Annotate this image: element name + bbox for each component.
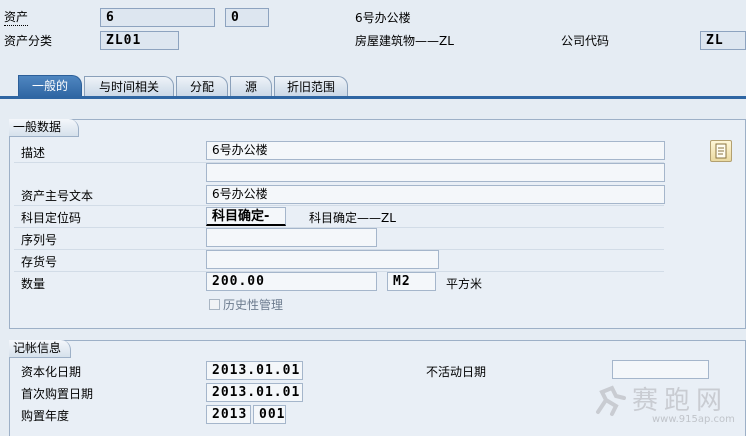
watermark-text: 赛跑网 bbox=[632, 386, 729, 416]
asset-description: 6号办公楼 bbox=[355, 11, 411, 25]
long-text-button[interactable] bbox=[710, 140, 732, 162]
account-determination-label: 科目定位码 bbox=[21, 211, 82, 225]
first-acquisition-date-label: 首次购置日期 bbox=[21, 387, 94, 401]
row-separator bbox=[14, 205, 664, 206]
company-code-label: 公司代码 bbox=[561, 34, 610, 48]
runner-logo-icon bbox=[596, 385, 626, 416]
history-management-label: 历史性管理 bbox=[223, 298, 284, 312]
document-icon bbox=[715, 143, 727, 159]
watermark: 赛跑网 www.915ap.com bbox=[592, 378, 742, 434]
description-label: 描述 bbox=[21, 146, 46, 160]
description-field[interactable]: 6号办公楼 bbox=[206, 141, 665, 160]
company-code-field[interactable]: ZL bbox=[700, 31, 746, 50]
capitalization-date-field[interactable]: 2013.01.01 bbox=[206, 361, 303, 380]
asset-label: 资产 bbox=[4, 10, 29, 26]
general-data-title: 一般数据 bbox=[9, 119, 79, 137]
quantity-field[interactable]: 200.00 bbox=[206, 272, 377, 291]
inactive-date-label: 不活动日期 bbox=[426, 365, 487, 379]
posting-info-title: 记帐信息 bbox=[9, 340, 71, 358]
tab-general[interactable]: 一般的 bbox=[18, 75, 82, 97]
main-text-field[interactable]: 6号办公楼 bbox=[206, 185, 665, 204]
serial-number-label: 序列号 bbox=[21, 233, 58, 247]
acquisition-year-field[interactable]: 2013 bbox=[206, 405, 251, 424]
account-determination-field[interactable]: 科目确定- bbox=[206, 207, 286, 226]
acquisition-period-field[interactable]: 001 bbox=[253, 405, 286, 424]
description-line2-field[interactable] bbox=[206, 163, 665, 182]
account-determination-description: 科目确定——ZL bbox=[309, 211, 396, 225]
asset-class-description: 房屋建筑物——ZL bbox=[355, 34, 454, 48]
asset-number-field[interactable]: 6 bbox=[100, 8, 215, 27]
sub-number-field[interactable]: 0 bbox=[225, 8, 269, 27]
tab-time-dependent[interactable]: 与时间相关 bbox=[84, 76, 174, 97]
asset-class-field[interactable]: ZL01 bbox=[100, 31, 179, 50]
acquisition-year-label: 购置年度 bbox=[21, 409, 70, 423]
quantity-label: 数量 bbox=[21, 277, 46, 291]
unit-field[interactable]: M2 bbox=[387, 272, 436, 291]
serial-number-field[interactable] bbox=[206, 228, 377, 247]
inactive-date-field[interactable] bbox=[612, 360, 709, 379]
tab-depreciation-areas[interactable]: 折旧范围 bbox=[274, 76, 348, 97]
capitalization-date-label: 资本化日期 bbox=[21, 365, 82, 379]
unit-description: 平方米 bbox=[446, 277, 483, 291]
first-acquisition-date-field[interactable]: 2013.01.01 bbox=[206, 383, 303, 402]
watermark-url: www.915ap.com bbox=[652, 414, 735, 425]
asset-class-label: 资产分类 bbox=[4, 34, 53, 48]
tab-allocations[interactable]: 分配 bbox=[176, 76, 228, 97]
tab-origin[interactable]: 源 bbox=[230, 76, 272, 97]
main-text-label: 资产主号文本 bbox=[21, 189, 94, 203]
inventory-number-label: 存货号 bbox=[21, 255, 58, 269]
history-management-checkbox[interactable] bbox=[209, 299, 220, 310]
inventory-number-field[interactable] bbox=[206, 250, 439, 269]
